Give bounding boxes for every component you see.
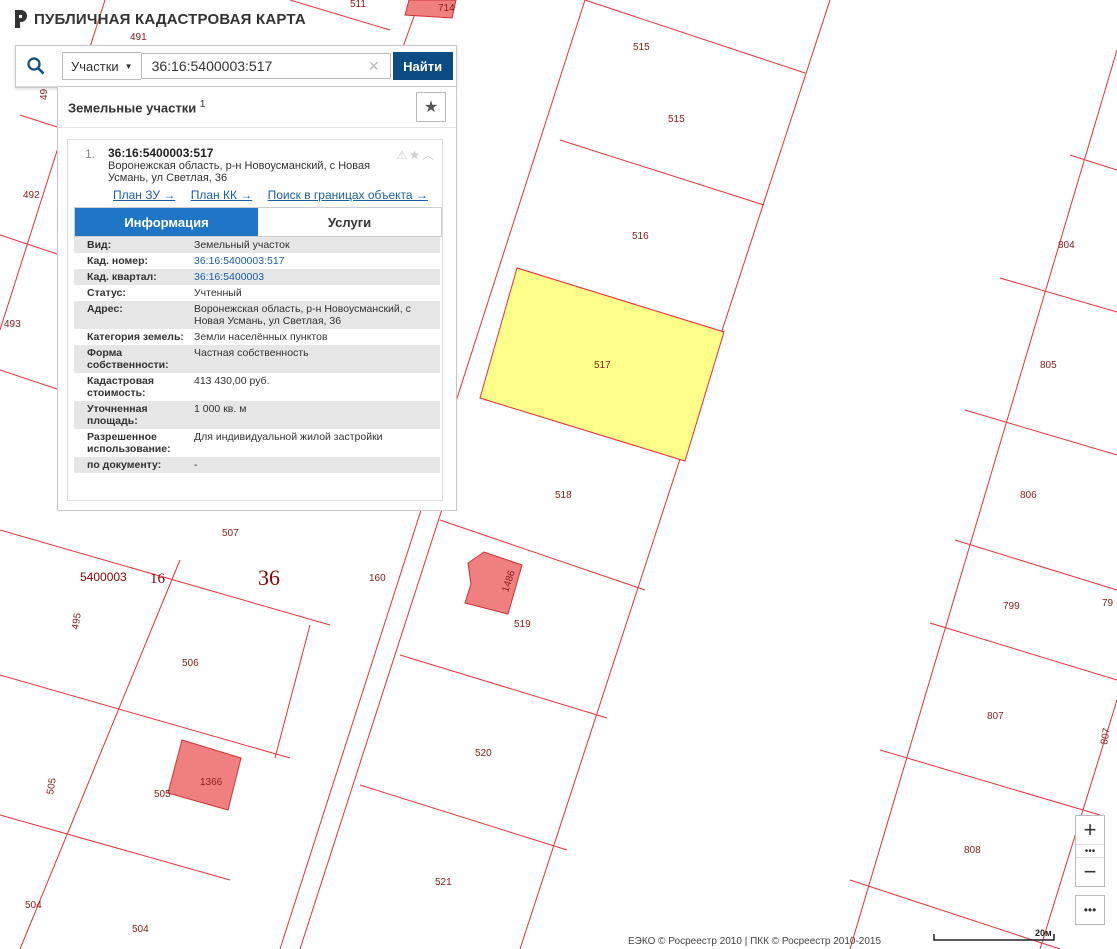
result-links: План ЗУ → План КК → Поиск в границах объ… <box>113 188 440 202</box>
district-label: 16 <box>150 571 166 587</box>
parcel-label: 518 <box>555 490 572 501</box>
search-in-bounds-link[interactable]: Поиск в границах объекта → <box>268 188 428 202</box>
scale-label: 20м <box>1035 928 1052 938</box>
parcel-label: 807 <box>1099 727 1113 746</box>
plan-kk-link[interactable]: План КК → <box>191 188 253 202</box>
parcel-label: 506 <box>182 658 199 669</box>
result-cad-number[interactable]: 36:16:5400003:517 <box>108 146 213 160</box>
search-panel: Участки ▼ 36:16:5400003:517 ✕ Найти <box>15 45 457 88</box>
more-button[interactable]: ••• <box>1075 895 1105 925</box>
info-row: Категория земель: Земли населённых пункто… <box>87 331 328 343</box>
logo-icon <box>14 10 28 28</box>
find-button[interactable]: Найти <box>392 52 453 80</box>
cad-quarter-link[interactable]: 36:16:5400003 <box>184 271 440 283</box>
parcel-label-selected: 517 <box>594 360 611 371</box>
info-row: Адрес: Воронежская область, р-н Новоусман… <box>74 301 440 329</box>
parcel-label: 160 <box>369 573 386 584</box>
parcel-label: 799 <box>1003 601 1020 612</box>
cad-number-link[interactable]: 36:16:5400003:517 <box>184 255 440 267</box>
building-label: 714 <box>438 3 455 14</box>
info-row: Форма собственности: Частная собственност… <box>74 345 440 373</box>
info-table: Вид: Земельный участок Кад. номер: 36:16:5… <box>74 237 440 473</box>
card-actions: ⚠★︿ <box>396 146 436 163</box>
parcel-label: 507 <box>222 528 239 539</box>
plan-zu-link[interactable]: План ЗУ → <box>113 188 175 202</box>
object-type-select[interactable]: Участки ▼ <box>62 52 141 80</box>
results-title: Земельные участки 1 <box>68 98 206 116</box>
copyright-text: ЕЭКО © Росреестр 2010 | ПКК © Росреестр … <box>628 936 882 947</box>
favorites-button[interactable]: ★ <box>416 92 446 122</box>
parcel-label: 495 <box>70 612 84 631</box>
tab-services[interactable]: Услуги <box>258 208 441 236</box>
parcel-label: 516 <box>632 231 649 242</box>
results-count: 1 <box>199 98 206 110</box>
app-header: ПУБЛИЧНАЯ КАДАСТРОВАЯ КАРТА <box>14 10 306 28</box>
zoom-in-button[interactable]: + <box>1076 816 1104 844</box>
parcel-label: 805 <box>1040 360 1057 371</box>
info-row: Разрешенное использование: Для индивидуал… <box>87 431 383 455</box>
info-row: Статус: Учтенный <box>87 287 242 299</box>
star-icon[interactable]: ★ <box>409 148 422 162</box>
chevron-up-icon[interactable]: ︿ <box>422 148 436 162</box>
clear-icon[interactable]: ✕ <box>368 58 380 75</box>
region-label: 36 <box>258 565 280 590</box>
zoom-out-button[interactable]: − <box>1076 858 1104 886</box>
parcel-label: 515 <box>668 114 685 125</box>
search-query: 36:16:5400003:517 <box>151 58 273 74</box>
tab-information[interactable]: Информация <box>75 208 258 236</box>
result-card: 1. 36:16:5400003:517 Воронежская область… <box>67 139 443 501</box>
quarter-label: 5400003 <box>80 570 127 584</box>
app-title: ПУБЛИЧНАЯ КАДАСТРОВАЯ КАРТА <box>34 10 306 28</box>
zoom-levels-button[interactable]: ••• <box>1076 844 1104 858</box>
search-icon[interactable] <box>16 46 56 86</box>
info-row: Кад. номер: 36:16:5400003:517 <box>74 253 440 269</box>
info-row: Кадастровая стоимость: 413 430,00 руб. <box>87 375 270 399</box>
parcel-label: 519 <box>514 619 531 630</box>
object-type-label: Участки <box>71 58 119 74</box>
search-bar: Участки ▼ 36:16:5400003:517 ✕ Найти <box>16 46 456 87</box>
parcel-label: 511 <box>350 0 366 10</box>
parcel-label: 504 <box>25 900 42 911</box>
parcel-label: 79 <box>1102 598 1114 609</box>
warning-icon[interactable]: ⚠ <box>396 148 409 162</box>
info-row: Уточненная площадь: 1 000 кв. м <box>74 401 440 429</box>
card-tabs: Информация Услуги <box>74 207 442 237</box>
parcel-label: 804 <box>1058 240 1075 251</box>
zoom-control: + ••• − <box>1075 815 1105 887</box>
parcel-label: 491 <box>130 32 147 43</box>
chevron-down-icon: ▼ <box>124 61 133 71</box>
parcel-label: 807 <box>987 711 1004 722</box>
info-row: Вид: Земельный участок <box>74 237 440 253</box>
result-index: 1. <box>85 147 96 161</box>
parcel-label: 520 <box>475 748 492 759</box>
parcel-label: 521 <box>435 877 452 888</box>
info-row: Кад. квартал: 36:16:5400003 <box>74 269 440 285</box>
star-icon: ★ <box>423 99 439 116</box>
parcel-label: 505 <box>45 777 59 796</box>
parcel-label: 806 <box>1020 490 1037 501</box>
results-panel: Земельные участки 1 ★ 1. 36:16:5400003:5… <box>57 86 457 511</box>
parcel-label: 808 <box>964 845 981 856</box>
parcel-label: 504 <box>132 924 149 935</box>
results-header: Земельные участки 1 ★ <box>58 87 456 128</box>
parcel-label: 493 <box>4 319 21 330</box>
parcel-label: 515 <box>633 42 650 53</box>
search-input[interactable]: 36:16:5400003:517 ✕ <box>140 53 391 79</box>
parcel-label: 505 <box>154 789 171 800</box>
building-label: 1366 <box>200 777 223 788</box>
info-row: по документу: - <box>74 457 440 473</box>
result-address: Воронежская область, р-н Новоусманский, … <box>108 160 371 184</box>
parcel-label: 492 <box>23 190 40 201</box>
